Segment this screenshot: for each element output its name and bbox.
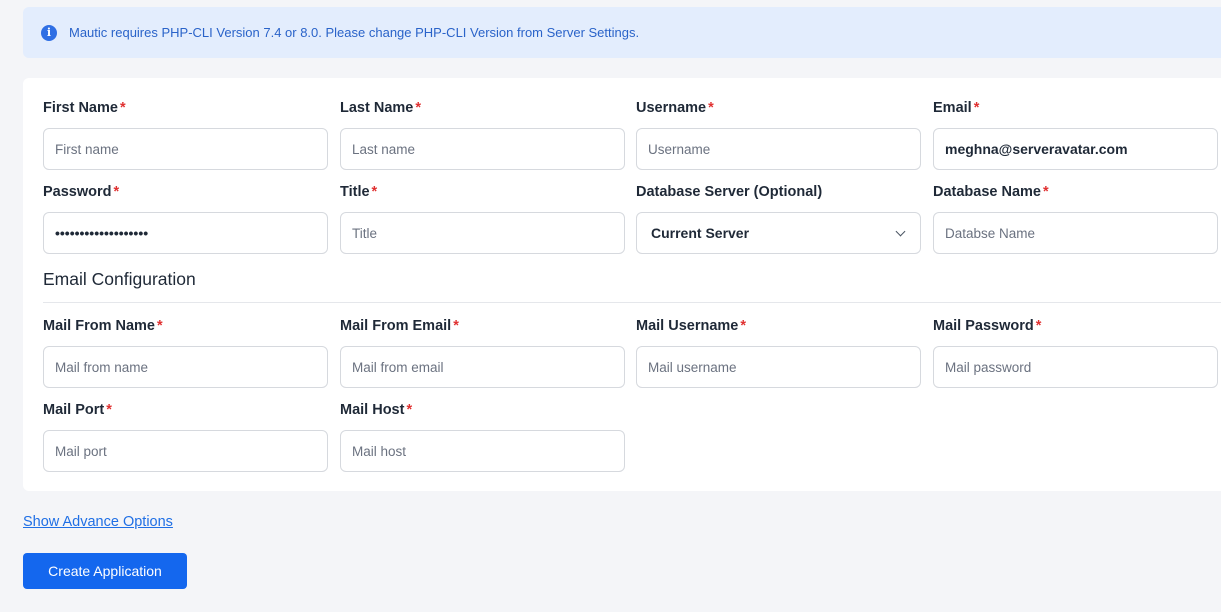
database-server-group: Database Server (Optional) Current Serve… — [636, 182, 921, 254]
mail-username-group: Mail Username * — [636, 316, 921, 388]
email-configuration-heading: Email Configuration — [43, 269, 196, 289]
show-advance-options-link[interactable]: Show Advance Options — [23, 514, 173, 530]
required-marker: * — [157, 318, 163, 334]
username-label: Username — [636, 100, 707, 116]
php-version-alert: i Mautic requires PHP-CLI Version 7.4 or… — [23, 7, 1221, 58]
info-icon: i — [41, 24, 57, 41]
database-server-label: Database Server (Optional) — [636, 184, 823, 200]
email-input[interactable] — [933, 128, 1218, 170]
required-marker: * — [453, 318, 459, 334]
alert-text: Mautic requires PHP-CLI Version 7.4 or 8… — [69, 25, 640, 40]
mail-from-email-group: Mail From Email * — [340, 316, 625, 388]
mail-from-name-group: Mail From Name * — [43, 316, 328, 388]
required-marker: * — [708, 100, 714, 116]
title-label: Title — [340, 184, 370, 200]
mail-port-input[interactable] — [43, 430, 328, 472]
first-name-label: First Name — [43, 100, 118, 116]
mail-password-group: Mail Password * — [933, 316, 1218, 388]
last-name-input[interactable] — [340, 128, 625, 170]
section-divider — [43, 302, 1221, 303]
mail-port-label: Mail Port — [43, 402, 105, 418]
chevron-down-icon — [895, 226, 906, 236]
mail-from-name-input[interactable] — [43, 346, 328, 388]
database-name-group: Database Name * — [933, 182, 1218, 254]
database-server-value: Current Server — [651, 225, 750, 241]
mail-password-input[interactable] — [933, 346, 1218, 388]
username-input[interactable] — [636, 128, 921, 170]
password-input[interactable] — [43, 212, 328, 254]
email-label: Email — [933, 100, 972, 116]
mail-from-name-label: Mail From Name — [43, 318, 155, 334]
required-marker: * — [106, 402, 112, 418]
mail-port-group: Mail Port * — [43, 400, 328, 472]
required-marker: * — [1035, 318, 1042, 334]
mail-host-label: Mail Host — [340, 402, 405, 418]
title-group: Title * — [340, 182, 625, 254]
required-marker: * — [973, 100, 980, 116]
password-label: Password — [43, 184, 112, 200]
required-marker: * — [119, 100, 126, 116]
first-name-group: First Name * — [43, 98, 328, 170]
title-input[interactable] — [340, 212, 625, 254]
mail-from-email-input[interactable] — [340, 346, 625, 388]
required-marker: * — [740, 318, 747, 334]
mail-username-input[interactable] — [636, 346, 921, 388]
mail-host-input[interactable] — [340, 430, 625, 472]
first-name-input[interactable] — [43, 128, 328, 170]
create-application-button[interactable]: Create Application — [23, 553, 187, 589]
required-marker: * — [415, 100, 421, 116]
application-form-card: First Name* Last Name* Username* Email* … — [23, 78, 1221, 491]
last-name-label: Last Name — [340, 100, 414, 116]
required-marker: * — [406, 402, 413, 418]
username-group: Username * — [636, 98, 921, 170]
mail-host-group: Mail Host * — [340, 400, 625, 472]
required-marker: * — [371, 184, 378, 200]
database-name-label: Database Name — [933, 184, 1041, 200]
mail-from-email-label: Mail From Email — [340, 318, 452, 334]
database-name-input[interactable] — [933, 212, 1218, 254]
last-name-group: Last Name * — [340, 98, 625, 170]
email-group: Email * — [933, 98, 1218, 170]
required-marker: * — [1043, 184, 1049, 200]
mail-username-label: Mail Username — [636, 318, 739, 334]
database-server-select[interactable]: Current Server — [636, 212, 921, 254]
required-marker: * — [113, 184, 120, 200]
mail-password-label: Mail Password — [933, 318, 1034, 334]
password-group: Password * — [43, 182, 328, 254]
